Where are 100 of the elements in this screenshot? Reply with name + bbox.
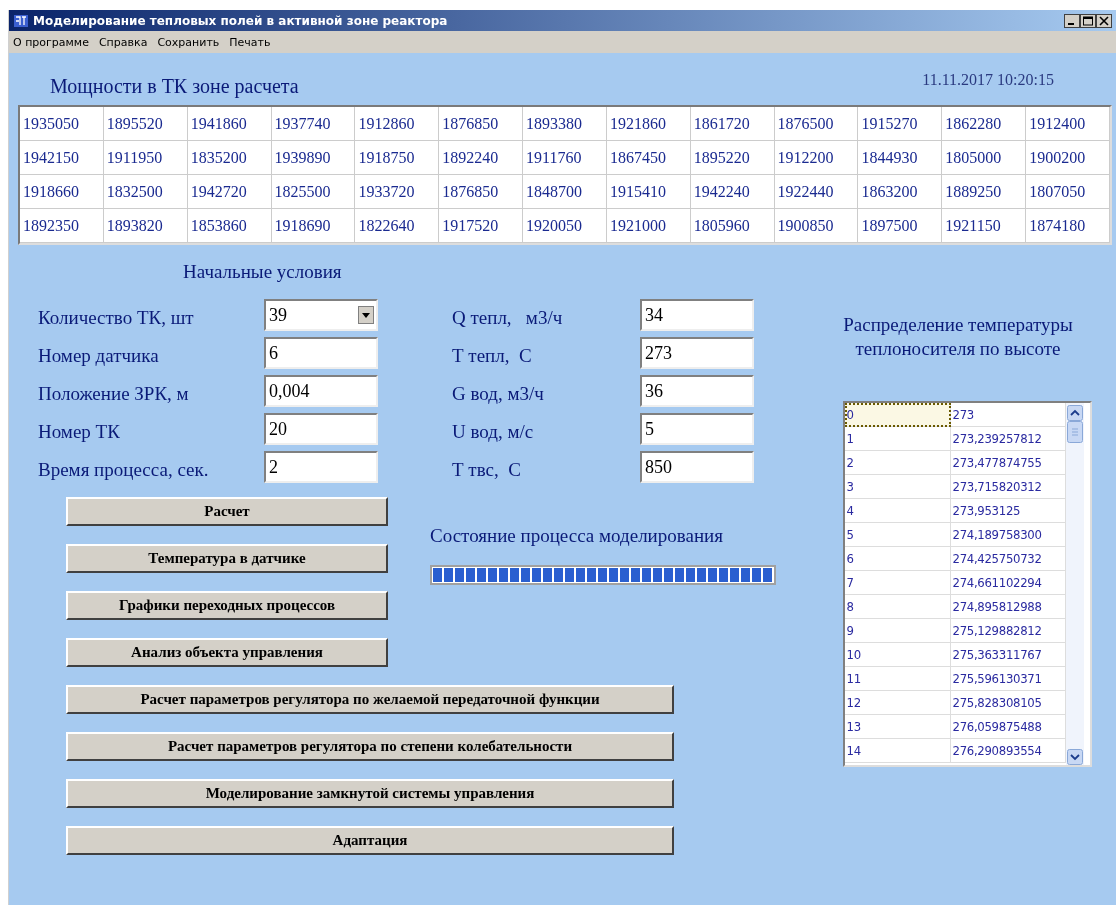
- table-cell: 275,828308105: [950, 690, 1066, 715]
- field-label: Т тепл, С: [452, 344, 533, 368]
- minimize-icon[interactable]: [1064, 13, 1080, 28]
- table-cell[interactable]: 8: [844, 594, 951, 619]
- input-field[interactable]: 20: [264, 413, 378, 445]
- table-cell: 273,239257812: [950, 426, 1066, 451]
- action-button[interactable]: Температура в датчике: [66, 544, 388, 573]
- table-cell: 275,363311767: [950, 642, 1066, 667]
- action-button[interactable]: Адаптация: [66, 826, 674, 855]
- table-cell[interactable]: 4: [844, 498, 951, 523]
- section-title: Распределение температуры теплоносителя по высоте: [842, 313, 1074, 361]
- table-cell: 1892350: [20, 209, 104, 243]
- table-cell: 1921000: [606, 209, 691, 243]
- maximize-icon[interactable]: [1080, 13, 1096, 28]
- table-cell: 1942240: [690, 175, 775, 209]
- close-icon[interactable]: [1096, 13, 1112, 28]
- dropdown[interactable]: 39: [264, 299, 378, 331]
- input-field[interactable]: 5: [640, 413, 754, 445]
- table-cell: 1942150: [20, 141, 104, 175]
- table-cell: 1853860: [187, 209, 272, 243]
- field-label: Номер датчика: [38, 344, 160, 368]
- action-button[interactable]: Расчет параметров регулятора по желаемой передаточной функции: [66, 685, 674, 714]
- table-cell: 1832500: [103, 175, 188, 209]
- menu-item[interactable]: О программе: [13, 35, 89, 49]
- table-cell: 1900200: [1026, 141, 1110, 175]
- table-cell: 273,715820312: [950, 474, 1066, 499]
- field-label: Количество ТК, шт: [38, 306, 195, 330]
- action-button[interactable]: Расчет параметров регулятора по степени колебательности: [66, 732, 674, 761]
- table-cell: 1912200: [774, 141, 859, 175]
- table-cell: 1876850: [439, 175, 524, 209]
- table-cell: 1848700: [523, 175, 607, 209]
- action-button[interactable]: Графики переходных процессов: [66, 591, 388, 620]
- table-cell: 1889250: [942, 175, 1027, 209]
- table-cell: 1911760: [523, 141, 607, 175]
- table-cell: 1920050: [523, 209, 607, 243]
- table-cell[interactable]: 3: [844, 474, 951, 499]
- table-cell: 1805000: [942, 141, 1027, 175]
- table-cell: 274,895812988: [950, 594, 1066, 619]
- table-cell[interactable]: 14: [844, 738, 951, 763]
- table-cell[interactable]: 2: [844, 450, 951, 475]
- table-cell: 1915270: [858, 107, 943, 141]
- table-cell: 1942720: [187, 175, 272, 209]
- table-cell: 275,129882812: [950, 618, 1066, 643]
- table-cell[interactable]: 6: [844, 546, 951, 571]
- table-cell: 1911950: [103, 141, 188, 175]
- table-cell[interactable]: 7: [844, 570, 951, 595]
- field-label: Т твс, С: [452, 458, 522, 482]
- input-field[interactable]: 36: [640, 375, 754, 407]
- input-field[interactable]: 2: [264, 451, 378, 483]
- input-field[interactable]: 0,004: [264, 375, 378, 407]
- table-cell: 1892240: [439, 141, 524, 175]
- table-cell: 1844930: [858, 141, 943, 175]
- table-cell: 1807050: [1026, 175, 1110, 209]
- table-cell: 1825500: [271, 175, 356, 209]
- table-cell: 276,290893554: [950, 738, 1066, 763]
- table-cell: 274,189758300: [950, 522, 1066, 547]
- table-cell[interactable]: 5: [844, 522, 951, 547]
- scroll-up-icon[interactable]: [1066, 404, 1083, 421]
- field-label: Положение ЗРК, м: [38, 382, 190, 406]
- table-cell[interactable]: 1: [844, 426, 951, 451]
- table-cell: 275,596130371: [950, 666, 1066, 691]
- table-cell: 1895220: [690, 141, 775, 175]
- scroll-thumb-icon[interactable]: [1066, 420, 1083, 443]
- table-cell: 1876850: [439, 107, 524, 141]
- table-cell: 1861720: [690, 107, 775, 141]
- table-cell: 1900850: [774, 209, 859, 243]
- table-cell: 1937740: [271, 107, 356, 141]
- table-cell: 1876500: [774, 107, 859, 141]
- table-cell[interactable]: 10: [844, 642, 951, 667]
- scroll-down-icon[interactable]: [1066, 748, 1083, 765]
- table-cell: 1863200: [858, 175, 943, 209]
- table-cell: 1895520: [103, 107, 188, 141]
- table-cell: 273,953125: [950, 498, 1066, 523]
- section-title: Начальные условия: [183, 261, 343, 284]
- table-cell: 1915410: [606, 175, 691, 209]
- table-cell[interactable]: 13: [844, 714, 951, 739]
- table-cell[interactable]: 0: [844, 402, 951, 427]
- section-title: Мощности в ТК зоне расчета: [50, 75, 299, 100]
- table-cell: 1893820: [103, 209, 188, 243]
- table-cell: 1893380: [523, 107, 607, 141]
- menu-item[interactable]: Печать: [229, 35, 271, 49]
- action-button[interactable]: Расчет: [66, 497, 388, 526]
- input-field[interactable]: 6: [264, 337, 378, 369]
- table-cell: 274,425750732: [950, 546, 1066, 571]
- action-button[interactable]: Анализ объекта управления: [66, 638, 388, 667]
- table-cell: 1918660: [20, 175, 104, 209]
- table-cell[interactable]: 9: [844, 618, 951, 643]
- action-button[interactable]: Моделирование замкнутой системы управления: [66, 779, 674, 808]
- menu-item[interactable]: Справка: [98, 35, 148, 49]
- input-field[interactable]: 34: [640, 299, 754, 331]
- progress-label: Состояние процесса моделирования: [430, 525, 724, 547]
- input-field[interactable]: 850: [640, 451, 754, 483]
- table-cell[interactable]: 12: [844, 690, 951, 715]
- table-cell[interactable]: 11: [844, 666, 951, 691]
- table-cell: 1935050: [20, 107, 104, 141]
- table-cell: 1939890: [271, 141, 356, 175]
- input-field[interactable]: 273: [640, 337, 754, 369]
- menu-item[interactable]: Сохранить: [157, 35, 220, 49]
- app-icon: [13, 12, 29, 29]
- field-label: U вод, м/с: [452, 420, 535, 444]
